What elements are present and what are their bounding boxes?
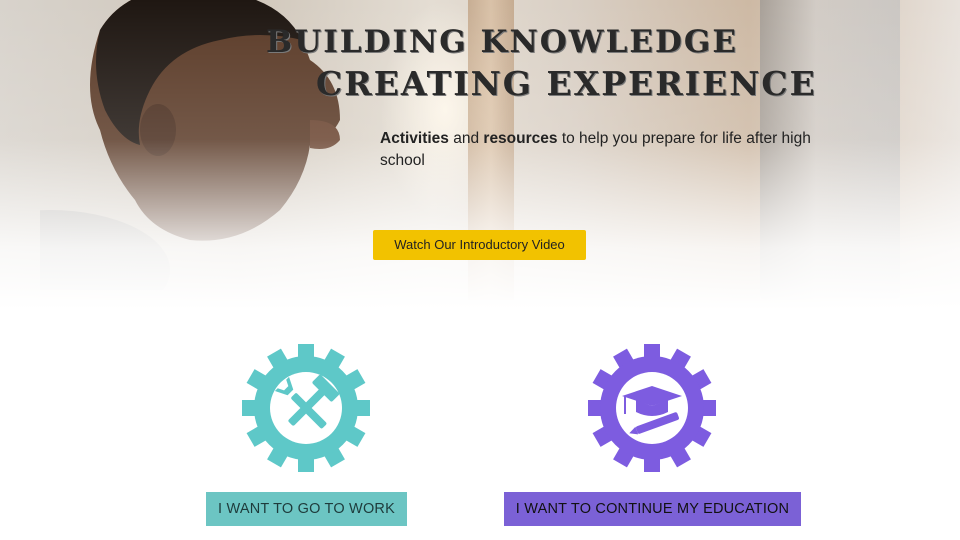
watch-video-button[interactable]: Watch Our Introductory Video	[373, 230, 586, 260]
hero-title-line2: CREATING EXPERIENCE	[316, 64, 817, 103]
subtitle-activities: Activities	[380, 130, 449, 147]
hero-title-line1: BUILDING KNOWLEDGE	[266, 24, 739, 60]
graduation-cap-pen-gear-icon[interactable]	[586, 342, 718, 474]
hero-subtitle: Activities and resources to help you pre…	[380, 128, 850, 172]
subtitle-resources: resources	[483, 130, 558, 147]
go-to-work-button[interactable]: I WANT TO GO TO WORK	[206, 492, 407, 526]
hammer-wrench-gear-icon[interactable]	[240, 342, 372, 474]
subtitle-and: and	[448, 130, 484, 147]
continue-education-button[interactable]: I WANT TO CONTINUE MY EDUCATION	[504, 492, 801, 526]
